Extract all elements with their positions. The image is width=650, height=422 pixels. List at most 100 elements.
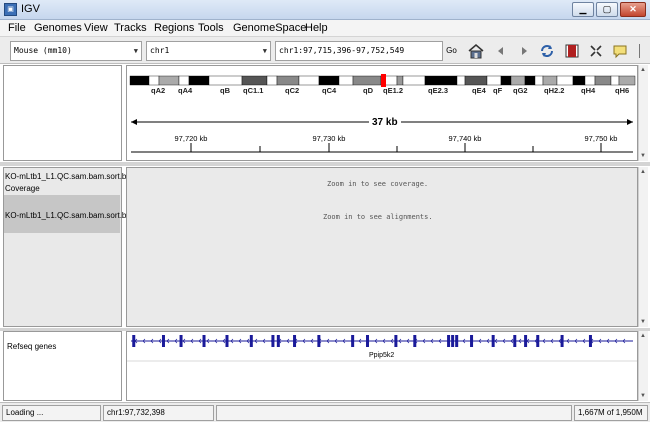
refseq-track-name[interactable]: Refseq genes xyxy=(7,342,56,351)
gene-exon[interactable] xyxy=(366,335,370,347)
ruler-tick-label: 97,750 kb xyxy=(585,134,618,143)
gene-exon[interactable] xyxy=(470,335,474,347)
coverage-track-name[interactable]: KO-mLtb1_L1.QC.sam.bam.sort.b xyxy=(5,172,126,181)
cytoband-segment xyxy=(594,75,612,86)
scroll-down-icon[interactable]: ▼ xyxy=(640,319,646,325)
cytoband-segment xyxy=(178,75,190,86)
resize-to-window-icon[interactable] xyxy=(587,42,605,60)
cytoband-segment xyxy=(572,75,586,86)
menu-tools[interactable]: Tools xyxy=(198,22,224,34)
scroll-down-icon[interactable]: ▼ xyxy=(640,153,646,159)
genome-dropdown[interactable]: Mouse (mm10) ▼ xyxy=(10,41,142,61)
gene-exon[interactable] xyxy=(451,335,455,347)
alignment-scrollbar[interactable]: ▲ ▼ xyxy=(638,167,648,327)
cytoband-segment xyxy=(129,75,150,86)
gene-track[interactable] xyxy=(127,332,637,400)
coverage-zoom-message: Zoom in to see coverage. xyxy=(327,180,429,188)
menu-bar: File Genomes View Tracks Regions Tools G… xyxy=(0,20,650,36)
gene-exon[interactable] xyxy=(132,335,136,347)
cytoband-segment xyxy=(510,75,526,86)
back-icon[interactable] xyxy=(492,42,510,60)
cytoband-segment xyxy=(276,75,300,86)
cytoband-label: qB xyxy=(220,86,231,95)
cytoband-label: qH4 xyxy=(581,86,596,95)
gene-label: Ppip5k2 xyxy=(369,352,395,359)
home-icon[interactable] xyxy=(467,42,485,60)
gene-exon[interactable] xyxy=(447,335,451,347)
cytoband-segment xyxy=(158,75,180,86)
gene-exon[interactable] xyxy=(202,335,206,347)
cytoband-segment xyxy=(610,75,620,86)
maximize-button[interactable]: ▢ xyxy=(596,2,618,17)
menu-file[interactable]: File xyxy=(8,22,26,34)
scroll-up-icon[interactable]: ▲ xyxy=(640,169,646,175)
gene-exon[interactable] xyxy=(317,335,321,347)
ruler-tick-label: 97,740 kb xyxy=(449,134,482,143)
menu-genomes[interactable]: Genomes xyxy=(34,22,82,34)
chevron-down-icon: ▼ xyxy=(262,47,267,55)
go-button[interactable]: Go xyxy=(444,41,459,61)
gene-exon[interactable] xyxy=(293,335,297,347)
ruler-left-arrow xyxy=(131,119,137,125)
cytoband-label: qC1.1 xyxy=(243,86,263,95)
gene-exon[interactable] xyxy=(394,335,398,347)
cytoband-segment xyxy=(618,75,636,86)
cytoband-label: qG2 xyxy=(513,86,528,95)
cytoband-segment xyxy=(542,75,558,86)
scroll-down-icon[interactable]: ▼ xyxy=(640,393,646,399)
gene-exon[interactable] xyxy=(491,335,495,347)
menu-genomespace[interactable]: GenomeSpace xyxy=(233,22,306,34)
minimize-button[interactable]: ▁ xyxy=(572,2,594,17)
header-scrollbar[interactable]: ▲ ▼ xyxy=(638,65,648,161)
gene-exon[interactable] xyxy=(271,335,275,347)
cytoband-label: qE4 xyxy=(472,86,487,95)
cytoband-label: qE2.3 xyxy=(428,86,448,95)
menu-help[interactable]: Help xyxy=(305,22,328,34)
header-name-panel xyxy=(3,65,122,161)
feature-data-panel[interactable]: Ppip5k2 xyxy=(126,331,638,401)
cytoband-segment xyxy=(486,75,502,86)
gene-exon[interactable] xyxy=(455,335,459,347)
cytoband-label: qA2 xyxy=(151,86,165,95)
gene-exon[interactable] xyxy=(513,335,517,347)
gene-exon[interactable] xyxy=(249,335,253,347)
alignment-data-panel[interactable]: Zoom in to see coverage. Zoom in to see … xyxy=(126,167,638,327)
gene-exon[interactable] xyxy=(524,335,528,347)
refresh-icon[interactable] xyxy=(538,42,556,60)
cytoband-label: qC4 xyxy=(322,86,337,95)
cytoband-segment xyxy=(266,75,278,86)
gene-exon[interactable] xyxy=(161,335,165,347)
feature-scrollbar[interactable]: ▲ ▼ xyxy=(638,331,648,401)
gene-exon[interactable] xyxy=(536,335,540,347)
gene-exon[interactable] xyxy=(351,335,355,347)
cytoband-segment xyxy=(298,75,320,86)
gene-exon[interactable] xyxy=(179,335,183,347)
menu-view[interactable]: View xyxy=(84,22,108,34)
region-of-interest-icon[interactable] xyxy=(563,42,581,60)
scroll-up-icon[interactable]: ▲ xyxy=(640,67,646,73)
panel-divider[interactable] xyxy=(0,162,650,166)
close-button[interactable]: ✕ xyxy=(620,2,646,17)
chevron-down-icon: ▼ xyxy=(133,47,138,55)
cytoband-segment xyxy=(241,75,268,86)
cytoband-segment xyxy=(500,75,512,86)
cytoband-segment xyxy=(318,75,340,86)
gene-exon[interactable] xyxy=(588,335,592,347)
ruler-tick-label: 97,720 kb xyxy=(175,134,208,143)
toolbar-divider xyxy=(639,44,640,58)
popup-text-icon[interactable] xyxy=(611,42,629,60)
cytoband-segment xyxy=(352,75,382,86)
locus-search-input[interactable]: chr1:97,715,396-97,752,549 xyxy=(275,41,443,61)
chromosome-ideogram[interactable]: qA2 qA4 qB qC1.1 qC2 qC4 qD qE1.2 qE2.3 qE4 qF qG2 q… xyxy=(127,66,637,160)
gene-exon[interactable] xyxy=(560,335,564,347)
menu-tracks[interactable]: Tracks xyxy=(114,22,147,34)
gene-exon[interactable] xyxy=(225,335,229,347)
cytoband-segment xyxy=(188,75,210,86)
chromosome-dropdown[interactable]: chr1 ▼ xyxy=(146,41,271,61)
menu-regions[interactable]: Regions xyxy=(154,22,194,34)
forward-icon[interactable] xyxy=(515,42,533,60)
alignment-track-name[interactable]: KO-mLtb1_L1.QC.sam.bam.sort.b xyxy=(5,211,126,220)
scroll-up-icon[interactable]: ▲ xyxy=(640,333,646,339)
gene-exon[interactable] xyxy=(276,335,280,347)
gene-exon[interactable] xyxy=(413,335,417,347)
